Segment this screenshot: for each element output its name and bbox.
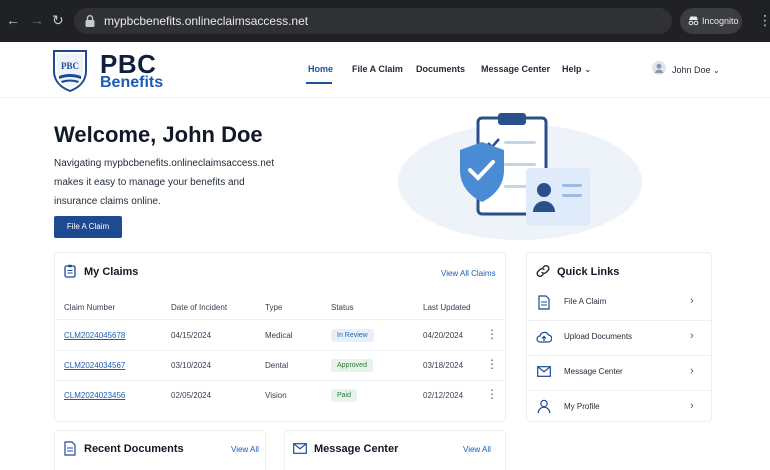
quick-link-label: File A Claim bbox=[564, 297, 607, 306]
my-claims-title: My Claims bbox=[84, 266, 139, 278]
quick-link-message-center[interactable]: Message Center › bbox=[526, 356, 712, 390]
forward-arrow-icon[interactable]: → bbox=[30, 12, 44, 28]
brand-name-line2: Benefits bbox=[100, 74, 164, 91]
status-badge: Paid bbox=[331, 389, 358, 402]
welcome-description: Navigating mypbcbenefits.onlineclaimsacc… bbox=[54, 158, 275, 207]
claim-type: Dental bbox=[265, 361, 289, 370]
quick-link-label: My Profile bbox=[564, 402, 600, 411]
user-avatar-icon bbox=[652, 61, 666, 75]
claim-date: 02/05/2024 bbox=[171, 391, 212, 400]
col-date-of-incident: Date of Incident bbox=[171, 303, 228, 312]
link-icon bbox=[536, 264, 550, 278]
claim-date: 03/10/2024 bbox=[171, 361, 212, 370]
reload-icon[interactable]: ↻ bbox=[52, 12, 64, 28]
view-all-claims-link[interactable]: View All Claims bbox=[441, 269, 496, 278]
file-a-claim-button[interactable]: File A Claim bbox=[54, 216, 122, 238]
chevron-down-icon: ⌄ bbox=[713, 66, 720, 75]
row-divider bbox=[54, 380, 506, 381]
chevron-right-icon: › bbox=[690, 330, 694, 342]
nav-help-label: Help bbox=[562, 64, 582, 74]
claim-last-updated: 03/18/2024 bbox=[423, 361, 464, 370]
document-icon bbox=[538, 295, 550, 310]
message-center-title: Message Center bbox=[314, 443, 399, 455]
col-last-updated: Last Updated bbox=[423, 303, 471, 312]
claims-illustration bbox=[398, 113, 642, 240]
claim-number-link[interactable]: CLM2024045678 bbox=[64, 331, 125, 340]
col-status: Status bbox=[331, 303, 354, 312]
browser-menu-icon[interactable]: ⋮ bbox=[758, 12, 770, 28]
clipboard-icon bbox=[64, 264, 76, 278]
incognito-icon bbox=[688, 16, 699, 26]
envelope-icon bbox=[293, 443, 307, 454]
nav-message-center[interactable]: Message Center bbox=[481, 64, 550, 74]
claim-last-updated: 02/12/2024 bbox=[423, 391, 464, 400]
claim-last-updated: 04/20/2024 bbox=[423, 331, 464, 340]
row-divider bbox=[54, 319, 506, 320]
row-menu-icon[interactable]: ⋮ bbox=[486, 358, 498, 370]
col-claim-number: Claim Number bbox=[64, 303, 116, 312]
chevron-right-icon: › bbox=[690, 365, 694, 377]
welcome-title: Welcome, John Doe bbox=[54, 122, 263, 147]
user-name: John Doe ⌄ bbox=[672, 65, 720, 75]
address-bar[interactable]: mypbcbenefits.onlineclaimsaccess.net bbox=[74, 8, 672, 34]
chevron-down-icon: ⌄ bbox=[584, 65, 592, 74]
quick-link-my-profile[interactable]: My Profile › bbox=[526, 391, 712, 425]
status-badge: In Review bbox=[331, 329, 374, 342]
row-divider bbox=[54, 350, 506, 351]
document-icon bbox=[64, 441, 76, 456]
chevron-right-icon: › bbox=[690, 400, 694, 412]
browser-chrome: ← → ↻ mypbcbenefits.onlineclaimsaccess.n… bbox=[0, 0, 770, 42]
logo-text: PBC bbox=[61, 61, 79, 71]
row-menu-icon[interactable]: ⋮ bbox=[486, 388, 498, 400]
incognito-label: Incognito bbox=[702, 16, 739, 26]
quick-links-title: Quick Links bbox=[557, 266, 620, 278]
back-arrow-icon[interactable]: ← bbox=[6, 12, 20, 28]
claim-number-link[interactable]: CLM2024023456 bbox=[64, 391, 125, 400]
nav-active-indicator bbox=[306, 82, 332, 84]
view-all-documents-link[interactable]: View All bbox=[231, 445, 259, 454]
quick-link-label: Upload Documents bbox=[564, 332, 633, 341]
recent-documents-title: Recent Documents bbox=[84, 443, 184, 455]
quick-link-file-a-claim[interactable]: File A Claim › bbox=[526, 286, 712, 320]
envelope-icon bbox=[537, 366, 551, 377]
status-badge: Approved bbox=[331, 359, 373, 372]
url-text: mypbcbenefits.onlineclaimsaccess.net bbox=[104, 14, 309, 28]
nav-documents[interactable]: Documents bbox=[416, 64, 465, 74]
nav-file-a-claim[interactable]: File A Claim bbox=[352, 64, 403, 74]
site-header: PBC PBC Benefits Home File A Claim Docum… bbox=[0, 42, 770, 98]
col-type: Type bbox=[265, 303, 283, 312]
claim-type: Medical bbox=[265, 331, 293, 340]
lock-icon bbox=[85, 15, 95, 27]
chevron-right-icon: › bbox=[690, 295, 694, 307]
cloud-upload-icon bbox=[536, 331, 552, 343]
quick-link-upload-documents[interactable]: Upload Documents › bbox=[526, 321, 712, 355]
row-menu-icon[interactable]: ⋮ bbox=[486, 328, 498, 340]
incognito-indicator[interactable]: Incognito bbox=[680, 8, 742, 34]
nav-home[interactable]: Home bbox=[308, 64, 333, 74]
quick-link-label: Message Center bbox=[564, 367, 623, 376]
claim-date: 04/15/2024 bbox=[171, 331, 212, 340]
nav-help[interactable]: Help ⌄ bbox=[562, 64, 591, 74]
pbc-logo-icon[interactable]: PBC bbox=[52, 48, 88, 92]
claim-number-link[interactable]: CLM2024034567 bbox=[64, 361, 125, 370]
claim-type: Vision bbox=[265, 391, 287, 400]
view-all-messages-link[interactable]: View All bbox=[463, 445, 491, 454]
user-icon bbox=[537, 399, 551, 414]
